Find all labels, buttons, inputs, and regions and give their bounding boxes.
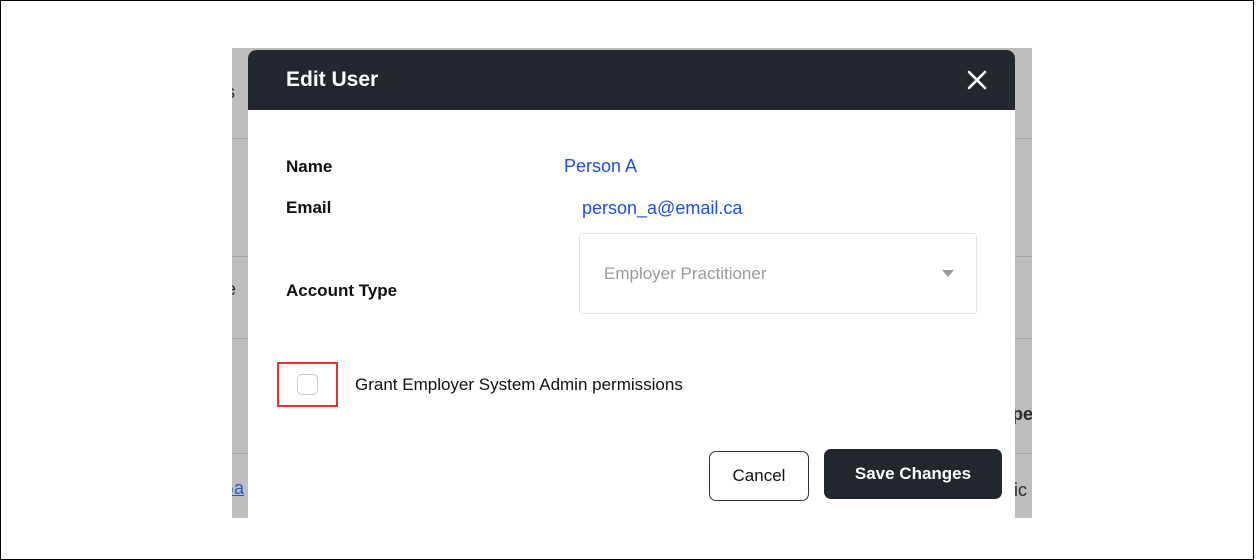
account-type-select[interactable]: Employer Practitioner xyxy=(579,233,977,314)
background-text: pe xyxy=(1012,404,1032,425)
modal-title: Edit User xyxy=(286,68,378,92)
cancel-button[interactable]: Cancel xyxy=(709,451,809,501)
edit-user-modal: Edit User Name Person A Email person_a@e… xyxy=(248,50,1015,520)
chevron-down-icon xyxy=(942,270,954,277)
admin-permissions-label[interactable]: Grant Employer System Admin permissions xyxy=(355,375,683,395)
save-changes-button[interactable]: Save Changes xyxy=(824,449,1002,499)
modal-header: Edit User xyxy=(248,50,1015,110)
email-label: Email xyxy=(286,198,331,218)
close-button[interactable] xyxy=(959,62,995,98)
account-type-label: Account Type xyxy=(286,281,397,301)
background-link[interactable]: Ga xyxy=(232,478,244,499)
close-icon xyxy=(966,69,988,91)
name-value: Person A xyxy=(564,156,637,177)
background-text: s xyxy=(232,82,235,103)
background-text: Se xyxy=(232,279,236,300)
background-text: ic xyxy=(1014,480,1027,501)
account-type-selected-value: Employer Practitioner xyxy=(604,264,767,284)
admin-permissions-checkbox[interactable] xyxy=(297,374,318,395)
name-label: Name xyxy=(286,157,332,177)
email-value: person_a@email.ca xyxy=(582,198,742,219)
